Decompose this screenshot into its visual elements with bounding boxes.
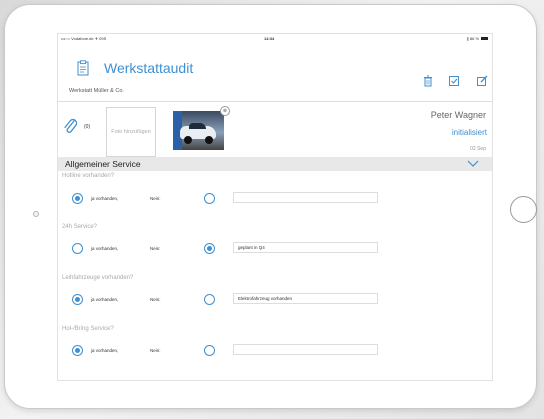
thumb-window: [189, 123, 206, 129]
radio-no[interactable]: [204, 294, 215, 305]
audit-status: initialisiert: [451, 128, 487, 137]
comment-field[interactable]: geplant in Q4: [233, 242, 378, 253]
radio-yes[interactable]: [72, 193, 83, 204]
radio-yes-label: ja vorhanden,: [91, 348, 119, 353]
battery-status: ∦ 86 %: [467, 36, 488, 41]
paperclip-icon[interactable]: [63, 118, 78, 136]
comment-field[interactable]: [233, 344, 378, 355]
clock: 14:34: [264, 36, 275, 41]
home-button[interactable]: [510, 196, 537, 223]
radio-no-label: Nein:: [150, 196, 161, 201]
battery-label: ∦ 86 %: [466, 36, 479, 41]
status-bar: •••○○ Vodafone.de ✈ 09S 14:34 ∦ 86 %: [58, 34, 492, 44]
question-label: Hotline vorhanden?: [62, 173, 115, 179]
app-screen: •••○○ Vodafone.de ✈ 09S 14:34 ∦ 86 % Wer…: [57, 33, 493, 381]
battery-icon: [481, 37, 488, 41]
radio-no[interactable]: [204, 243, 215, 254]
page-title: Werkstattaudit: [104, 60, 194, 76]
clipboard-icon: [77, 60, 89, 76]
radio-no-label: Nein:: [150, 297, 161, 302]
add-photo-button[interactable]: Foto hinzufügen: [106, 107, 156, 157]
photo-thumbnail[interactable]: [173, 111, 224, 150]
question-label: Leihfahrzeuge vorhanden?: [62, 275, 134, 281]
header-divider: [58, 101, 492, 102]
radio-yes-label: ja vorhanden,: [91, 246, 119, 251]
radio-yes[interactable]: [72, 345, 83, 356]
radio-yes-label: ja vorhanden,: [91, 297, 119, 302]
section-title: Allgemeiner Service: [65, 159, 141, 169]
remove-photo-icon[interactable]: ⊗: [220, 106, 230, 116]
checkbox-icon[interactable]: [448, 75, 460, 87]
add-photo-label: Foto hinzufügen: [111, 128, 151, 135]
workshop-name: Werkstatt Müller & Co.: [69, 88, 124, 94]
attachment-count: (0): [84, 124, 91, 130]
carrier-label: •••○○ Vodafone.de ✈ 09S: [61, 36, 107, 41]
radio-no-label: Nein:: [150, 246, 161, 251]
radio-yes-label: ja vorhanden,: [91, 196, 119, 201]
inspector-name: Peter Wagner: [430, 110, 486, 120]
thumb-wheel: [184, 136, 192, 144]
camera-icon: [33, 211, 39, 217]
radio-no-label: Nein:: [150, 348, 161, 353]
radio-yes[interactable]: [72, 243, 83, 254]
chevron-down-icon[interactable]: [467, 160, 479, 167]
radio-yes[interactable]: [72, 294, 83, 305]
trash-icon[interactable]: [422, 75, 434, 87]
radio-no[interactable]: [204, 345, 215, 356]
edit-icon[interactable]: [476, 75, 488, 87]
question-label: Hol-/Bring Service?: [62, 326, 114, 332]
question-label: 24h Service?: [62, 224, 98, 230]
radio-no[interactable]: [204, 193, 215, 204]
audit-date: 02 Sep: [470, 146, 486, 152]
thumb-wheel: [205, 136, 213, 144]
comment-field[interactable]: Elektrofahrzeug vorhanden: [233, 293, 378, 304]
comment-field[interactable]: [233, 192, 378, 203]
